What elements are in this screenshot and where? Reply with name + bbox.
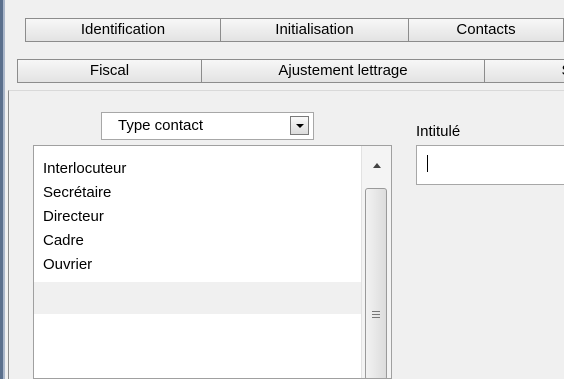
list-item[interactable]: Interlocuteur <box>43 157 126 181</box>
list-item[interactable]: Cadre <box>43 229 84 253</box>
grip-line <box>372 317 380 318</box>
dialog-frame: Identification Initialisation Contacts F… <box>3 0 564 379</box>
scrollbar-thumb[interactable] <box>365 188 387 378</box>
grip-line <box>372 314 380 315</box>
tab-ajustement-lettrage[interactable]: Ajustement lettrage <box>201 59 485 83</box>
tab-contacts[interactable]: Contacts <box>408 18 564 42</box>
grip-line <box>372 311 380 312</box>
list-item[interactable]: Directeur <box>43 205 104 229</box>
title-label: Intitulé <box>416 123 461 140</box>
tab-sy[interactable]: Sy <box>484 59 564 83</box>
scroll-up-arrow-icon[interactable] <box>362 156 391 176</box>
tab-initialisation[interactable]: Initialisation <box>220 18 409 42</box>
contacts-listbox[interactable]: Interlocuteur Secrétaire Directeur Cadre… <box>33 145 392 379</box>
text-caret <box>427 155 428 172</box>
list-scrollbar[interactable] <box>361 146 391 378</box>
title-input[interactable] <box>416 145 564 185</box>
list-item[interactable]: Ouvrier <box>43 253 92 277</box>
tab-fiscal[interactable]: Fiscal <box>17 59 202 83</box>
tab-identification[interactable]: Identification <box>25 18 221 42</box>
contact-type-value: Type contact <box>118 117 204 134</box>
contact-type-combo[interactable]: Type contact <box>101 112 314 140</box>
list-item-empty[interactable] <box>34 282 361 314</box>
chevron-down-icon[interactable] <box>290 116 309 135</box>
list-item[interactable]: Secrétaire <box>43 181 111 205</box>
